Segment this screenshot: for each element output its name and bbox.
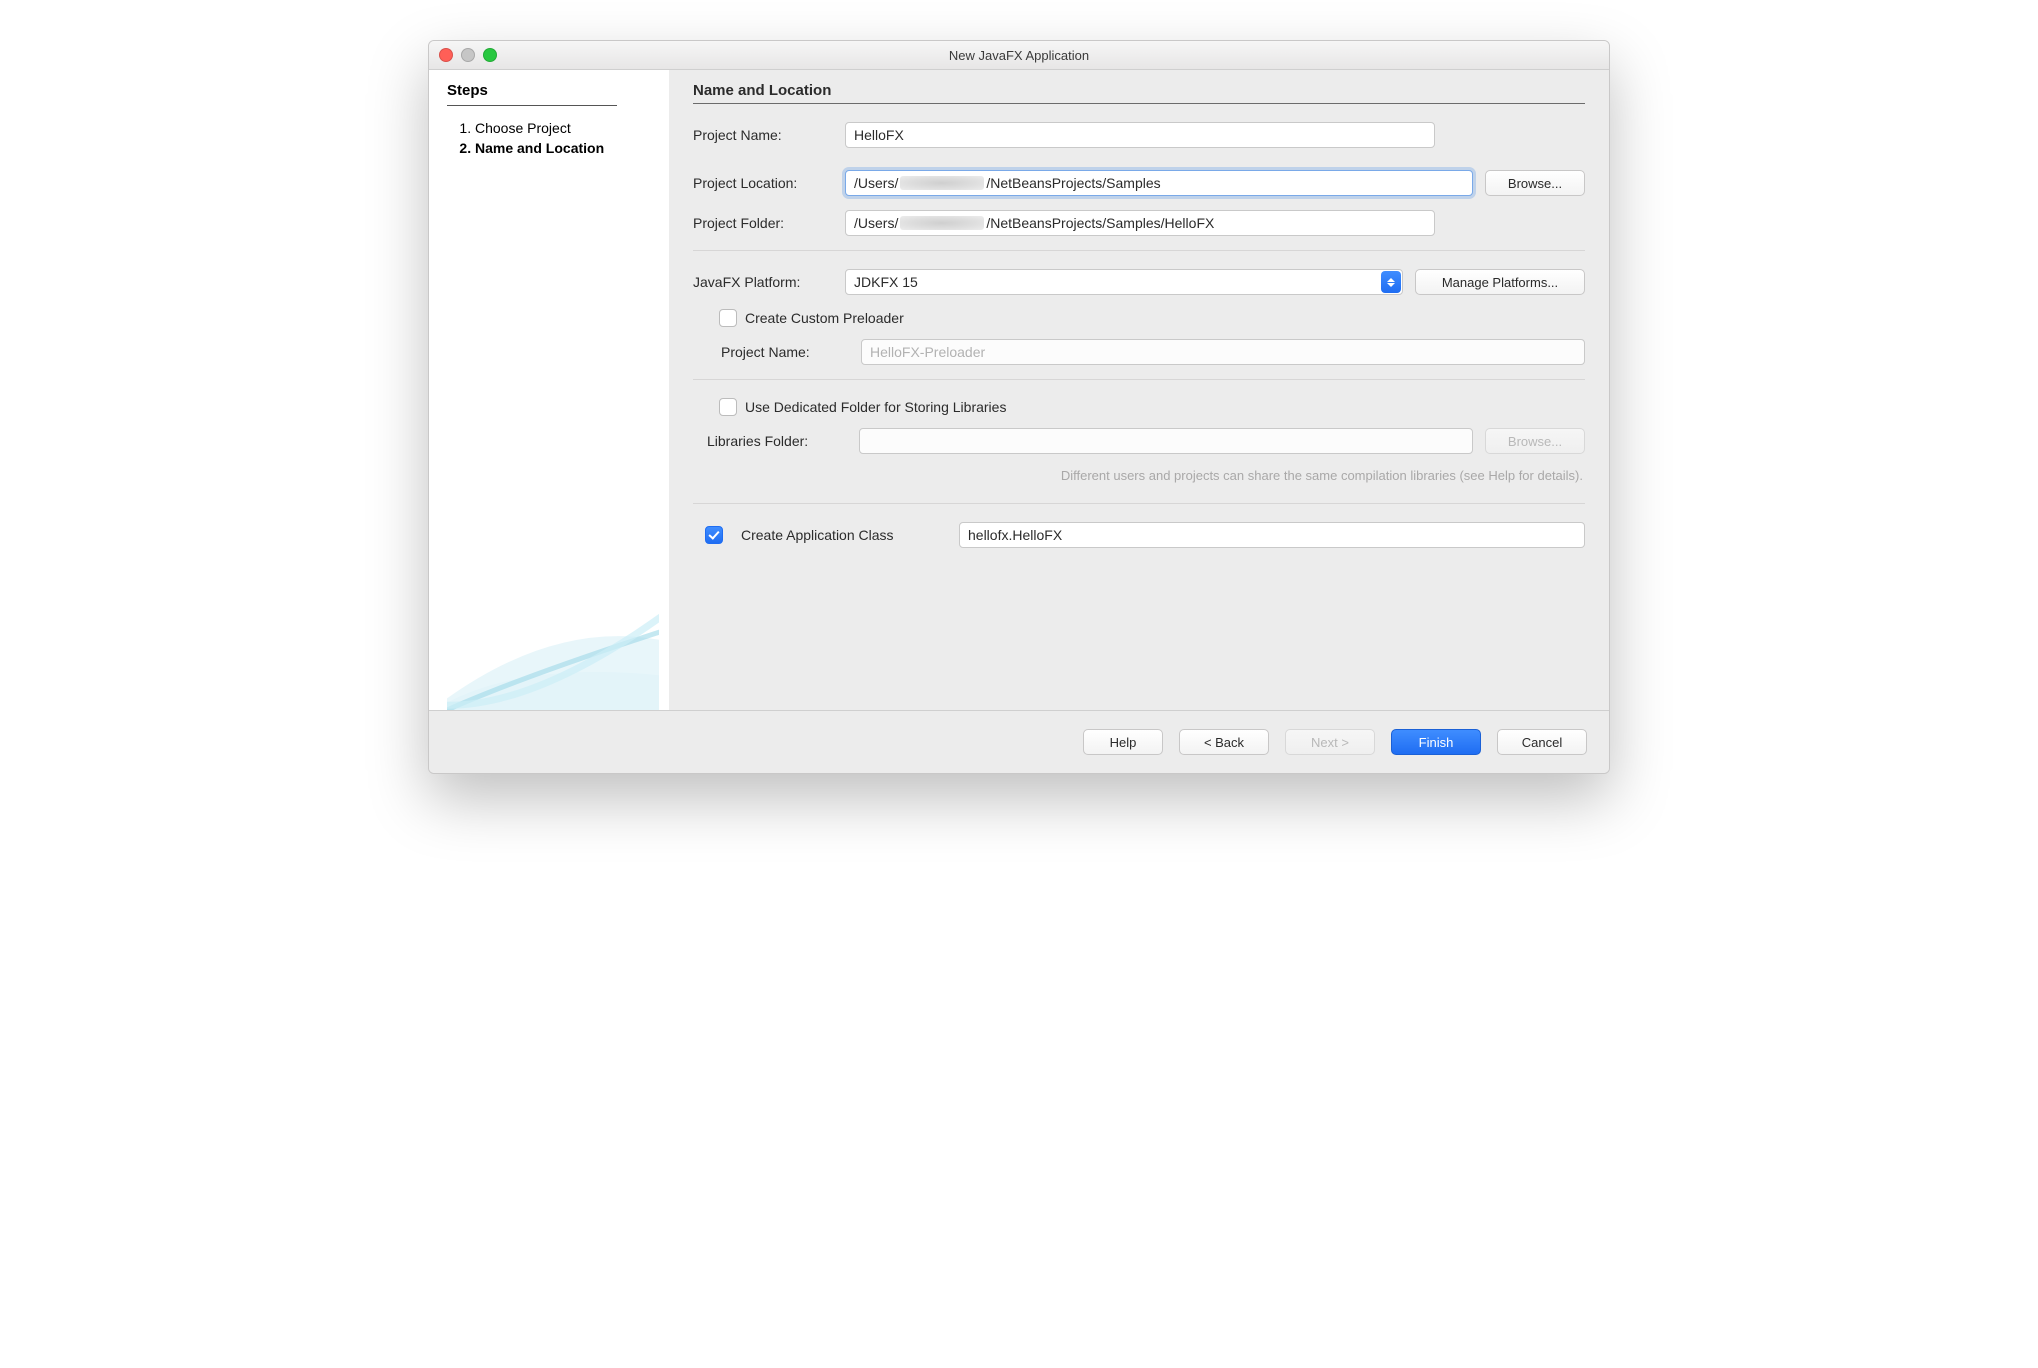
label-project-location: Project Location: — [693, 175, 833, 191]
finish-button[interactable]: Finish — [1391, 729, 1481, 755]
row-project-folder: Project Folder: /Users/ /NetBeansProject… — [693, 210, 1585, 236]
row-libraries-folder: Libraries Folder: Browse... — [693, 428, 1585, 454]
label-project-name: Project Name: — [693, 127, 833, 143]
project-folder-display: /Users/ /NetBeansProjects/Samples/HelloF… — [845, 210, 1435, 236]
browse-libraries-button: Browse... — [1485, 428, 1585, 454]
create-preloader-checkbox[interactable] — [719, 309, 737, 327]
steps-heading: Steps — [447, 82, 659, 99]
dedicated-folder-checkbox[interactable] — [719, 398, 737, 416]
create-app-class-checkbox[interactable] — [705, 526, 723, 544]
step-2: Name and Location — [475, 140, 659, 156]
divider — [693, 503, 1585, 504]
divider — [447, 105, 617, 106]
back-button[interactable]: < Back — [1179, 729, 1269, 755]
steps-sidebar: Steps Choose Project Name and Location — [429, 70, 669, 710]
label-project-folder: Project Folder: — [693, 215, 833, 231]
row-create-preloader: Create Custom Preloader — [705, 309, 1585, 327]
cancel-button[interactable]: Cancel — [1497, 729, 1587, 755]
create-app-class-label: Create Application Class — [741, 527, 941, 543]
row-project-name: Project Name: — [693, 122, 1585, 148]
row-create-app-class: Create Application Class — [705, 522, 1585, 548]
step-1: Choose Project — [475, 120, 659, 136]
window-title: New JavaFX Application — [429, 48, 1609, 63]
app-class-input[interactable] — [959, 522, 1585, 548]
divider — [693, 379, 1585, 380]
chevron-updown-icon — [1381, 271, 1401, 293]
platform-value: JDKFX 15 — [854, 274, 918, 290]
row-javafx-platform: JavaFX Platform: JDKFX 15 Manage Platfor… — [693, 269, 1585, 295]
panel-heading: Name and Location — [693, 82, 1585, 99]
preloader-name-input — [861, 339, 1585, 365]
browse-location-button[interactable]: Browse... — [1485, 170, 1585, 196]
help-button[interactable]: Help — [1083, 729, 1163, 755]
dialog-body: Steps Choose Project Name and Location N… — [429, 70, 1609, 710]
redacted-username — [900, 176, 984, 190]
row-project-location: Project Location: /Users/ /NetBeansProje… — [693, 170, 1585, 196]
wizard-artwork — [447, 570, 659, 710]
dialog-footer: Help < Back Next > Finish Cancel — [429, 710, 1609, 773]
titlebar: New JavaFX Application — [429, 41, 1609, 70]
dialog-window: New JavaFX Application Steps Choose Proj… — [428, 40, 1610, 774]
folder-suffix: /NetBeansProjects/Samples/HelloFX — [986, 215, 1214, 231]
label-libraries-folder: Libraries Folder: — [707, 433, 847, 449]
libraries-hint: Different users and projects can share t… — [693, 468, 1583, 483]
location-suffix: /NetBeansProjects/Samples — [986, 175, 1160, 191]
manage-platforms-button[interactable]: Manage Platforms... — [1415, 269, 1585, 295]
row-preloader-name: Project Name: — [707, 339, 1585, 365]
steps-list: Choose Project Name and Location — [447, 116, 659, 160]
project-location-input[interactable]: /Users/ /NetBeansProjects/Samples — [845, 170, 1473, 196]
main-panel: Name and Location Project Name: Project … — [669, 70, 1609, 710]
location-prefix: /Users/ — [854, 175, 898, 191]
libraries-folder-input — [859, 428, 1473, 454]
folder-prefix: /Users/ — [854, 215, 898, 231]
dedicated-folder-label: Use Dedicated Folder for Storing Librari… — [745, 399, 1006, 415]
redacted-username — [900, 216, 984, 230]
label-javafx-platform: JavaFX Platform: — [693, 274, 833, 290]
label-preloader-name: Project Name: — [721, 344, 849, 360]
row-dedicated-folder: Use Dedicated Folder for Storing Librari… — [705, 398, 1585, 416]
divider — [693, 103, 1585, 104]
next-button: Next > — [1285, 729, 1375, 755]
project-name-input[interactable] — [845, 122, 1435, 148]
create-preloader-label: Create Custom Preloader — [745, 310, 904, 326]
divider — [693, 250, 1585, 251]
javafx-platform-select[interactable]: JDKFX 15 — [845, 269, 1403, 295]
